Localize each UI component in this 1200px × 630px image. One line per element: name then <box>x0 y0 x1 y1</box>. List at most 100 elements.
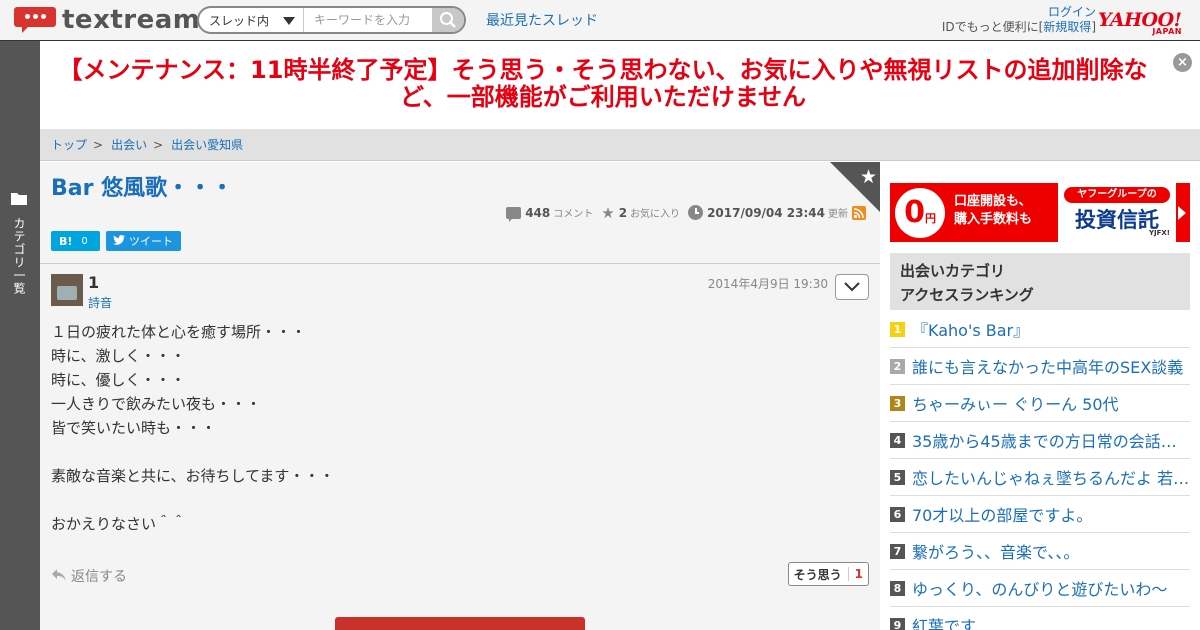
post-date: 2014年4月9日 19:30 <box>707 277 828 291</box>
search-box: スレッド内 <box>197 6 466 34</box>
clock-icon <box>688 205 704 220</box>
search-scope-label: スレッド内 <box>209 13 270 28</box>
right-sidebar: 0円 口座開設も、 購入手数料も ヤフーグループの 投資信託 YJFX! 出会い… <box>880 162 1200 630</box>
thread-title: Bar 悠風歌・・・ <box>51 176 234 201</box>
logo-text: textream <box>62 5 201 35</box>
breadcrumb-separator: > <box>153 137 164 152</box>
ranking-item[interactable]: 4 35歳から45歳までの方日常の会話暇つぶし <box>890 422 1190 459</box>
hatena-bookmark-button[interactable]: B! 0 <box>51 231 100 251</box>
rank-badge: 9 <box>890 617 905 630</box>
post-number: 1 <box>88 273 100 292</box>
ad-line1: 口座開設も、 <box>954 194 1032 209</box>
ranking-item-title[interactable]: 繋がろう、、音楽で、、。 <box>912 539 1079 563</box>
ranking-item[interactable]: 6 70才以上の部屋ですよ。 <box>890 496 1190 533</box>
thread-main: Bar 悠風歌・・・ ★ 448 コメント ★ 2 お気に入り 2017/09/… <box>40 162 880 630</box>
ad-yen: 円 <box>924 212 936 225</box>
comment-unit: コメント <box>553 209 594 220</box>
ranking-item-title[interactable]: 70才以上の部屋ですよ。 <box>912 502 1092 526</box>
chevron-down-icon <box>844 282 860 292</box>
rank-badge: 1 <box>890 321 905 337</box>
favorite-star-icon: ★ <box>601 203 615 222</box>
rank-badge: 8 <box>890 580 905 596</box>
ad-zero: 0 <box>904 195 925 230</box>
ranking-item[interactable]: 9 紅葉です <box>890 607 1190 630</box>
reply-button[interactable]: 返信する <box>51 566 127 586</box>
chevron-right-icon <box>1178 206 1186 220</box>
category-list-label: カテゴリ一覧 <box>12 217 26 295</box>
ranking-item-title[interactable]: 『Kaho's Bar』 <box>912 317 1029 341</box>
comment-count: 448 <box>525 205 551 220</box>
hatena-label: B! <box>59 234 73 248</box>
rank-badge: 7 <box>890 543 905 559</box>
ranking-title-line1: 出会いカテゴリ <box>900 262 1006 280</box>
breadcrumb-separator: > <box>93 137 104 152</box>
notice-text: 【メンテナンス：11時半終了予定】そう思う・そう思わない、お気に入りや無視リスト… <box>58 56 1148 111</box>
login-link[interactable]: ログイン <box>1048 5 1096 19</box>
category-rail[interactable]: カテゴリ一覧 <box>0 41 40 630</box>
signup-link[interactable]: 新規取得 <box>1043 20 1091 34</box>
folder-icon <box>11 193 27 205</box>
search-scope-select[interactable]: スレッド内 <box>199 8 305 32</box>
account-area: ログイン IDでもっと便利に[新規取得] <box>942 5 1096 35</box>
tweet-button[interactable]: ツイート <box>106 231 181 251</box>
search-input[interactable] <box>304 8 433 32</box>
rank-badge: 5 <box>890 469 905 485</box>
ad-banner[interactable]: 0円 口座開設も、 購入手数料も ヤフーグループの 投資信託 YJFX! <box>890 183 1190 242</box>
search-icon <box>440 12 456 28</box>
close-icon[interactable]: × <box>1173 53 1192 72</box>
recent-threads-link[interactable]: 最近見たスレッド <box>486 10 598 30</box>
comment-icon <box>506 206 522 222</box>
signup-prefix: IDでもっと便利に[ <box>941 20 1044 34</box>
textream-logo[interactable]: textream <box>14 5 200 35</box>
rank-badge: 2 <box>890 358 905 374</box>
ranking-item[interactable]: 3 ちゃーみぃー ぐりーん 50代 <box>890 385 1190 422</box>
site-header: textream スレッド内 最近見たスレッド ログイン IDでもっと便利に[新… <box>0 0 1200 41</box>
breadcrumb: トップ > 出会い > 出会い愛知県 <box>40 129 1200 161</box>
ranking-item[interactable]: 2 誰にも言えなかった中高年のSEX談義 <box>890 348 1190 385</box>
ranking-item-title[interactable]: 35歳から45歳までの方日常の会話暇つぶし <box>912 428 1190 452</box>
favorite-count: 2 <box>618 205 628 220</box>
breadcrumb-item-aichi[interactable]: 出会い愛知県 <box>171 136 243 153</box>
tweet-label: ツイート <box>129 235 173 248</box>
rank-badge: 4 <box>890 432 905 448</box>
ranking-item-title[interactable]: ちゃーみぃー ぐりーん 50代 <box>912 391 1119 415</box>
star-icon[interactable]: ★ <box>860 166 877 188</box>
speech-bubble-icon <box>14 6 56 34</box>
share-buttons: B! 0 ツイート <box>51 231 181 251</box>
ranking-item[interactable]: 7 繋がろう、、音楽で、、。 <box>890 533 1190 570</box>
agree-count: 1 <box>847 567 863 581</box>
hatena-count: 0 <box>81 235 88 247</box>
ad-panel-sub: YJFX! <box>1148 229 1170 237</box>
ranking-title-line2: アクセスランキング <box>900 286 1034 304</box>
yahoo-japan-logo[interactable]: YAHOO! JAPAN <box>1098 9 1186 36</box>
ad-panel: ヤフーグループの 投資信託 YJFX! <box>1058 183 1176 242</box>
post-menu-button[interactable] <box>835 274 869 300</box>
post-author[interactable]: 詩音 <box>88 294 112 311</box>
ranking-item-title[interactable]: 恋したいんじゃねぇ墜ちるんだよ 若くないけど <box>912 465 1190 489</box>
more-button[interactable] <box>335 617 585 630</box>
chevron-down-icon <box>283 17 296 25</box>
ranking-item[interactable]: 5 恋したいんじゃねぇ墜ちるんだよ 若くないけど <box>890 459 1190 496</box>
ranking-item-title[interactable]: 誰にも言えなかった中高年のSEX談義 <box>912 354 1183 378</box>
ranking-item-title[interactable]: 紅葉です <box>912 613 976 630</box>
agree-label: そう思う <box>793 567 842 582</box>
thread-meta: 448 コメント ★ 2 お気に入り 2017/09/04 23:44 更新 <box>506 203 866 222</box>
rss-icon[interactable] <box>852 205 866 220</box>
reply-label: 返信する <box>71 569 127 585</box>
agree-button[interactable]: そう思う 1 <box>787 562 869 586</box>
ranking-heading: 出会いカテゴリ アクセスランキング <box>890 253 1190 310</box>
ad-text: 口座開設も、 購入手数料も <box>954 193 1032 229</box>
ranking-item[interactable]: 1 『Kaho's Bar』 <box>890 311 1190 348</box>
avatar[interactable] <box>51 274 83 306</box>
post-item: 1 詩音 2014年4月9日 19:30 １日の疲れた体と心を癒す場所・・・ 時… <box>40 264 880 630</box>
ranking-item-title[interactable]: ゆっくり、のんびりと遊びたいわ～ <box>912 576 1167 600</box>
ad-line2: 購入手数料も <box>954 212 1033 227</box>
breadcrumb-item-deai[interactable]: 出会い <box>111 136 147 153</box>
ad-zero-badge: 0円 <box>895 188 945 238</box>
breadcrumb-item-top[interactable]: トップ <box>51 136 87 153</box>
twitter-bird-icon <box>113 234 125 248</box>
search-button[interactable] <box>432 8 464 32</box>
rank-badge: 3 <box>890 395 905 411</box>
ranking-item[interactable]: 8 ゆっくり、のんびりと遊びたいわ～ <box>890 570 1190 607</box>
post-body: １日の疲れた体と心を癒す場所・・・ 時に、激しく・・・ 時に、優しく・・・ 一人… <box>51 323 335 533</box>
